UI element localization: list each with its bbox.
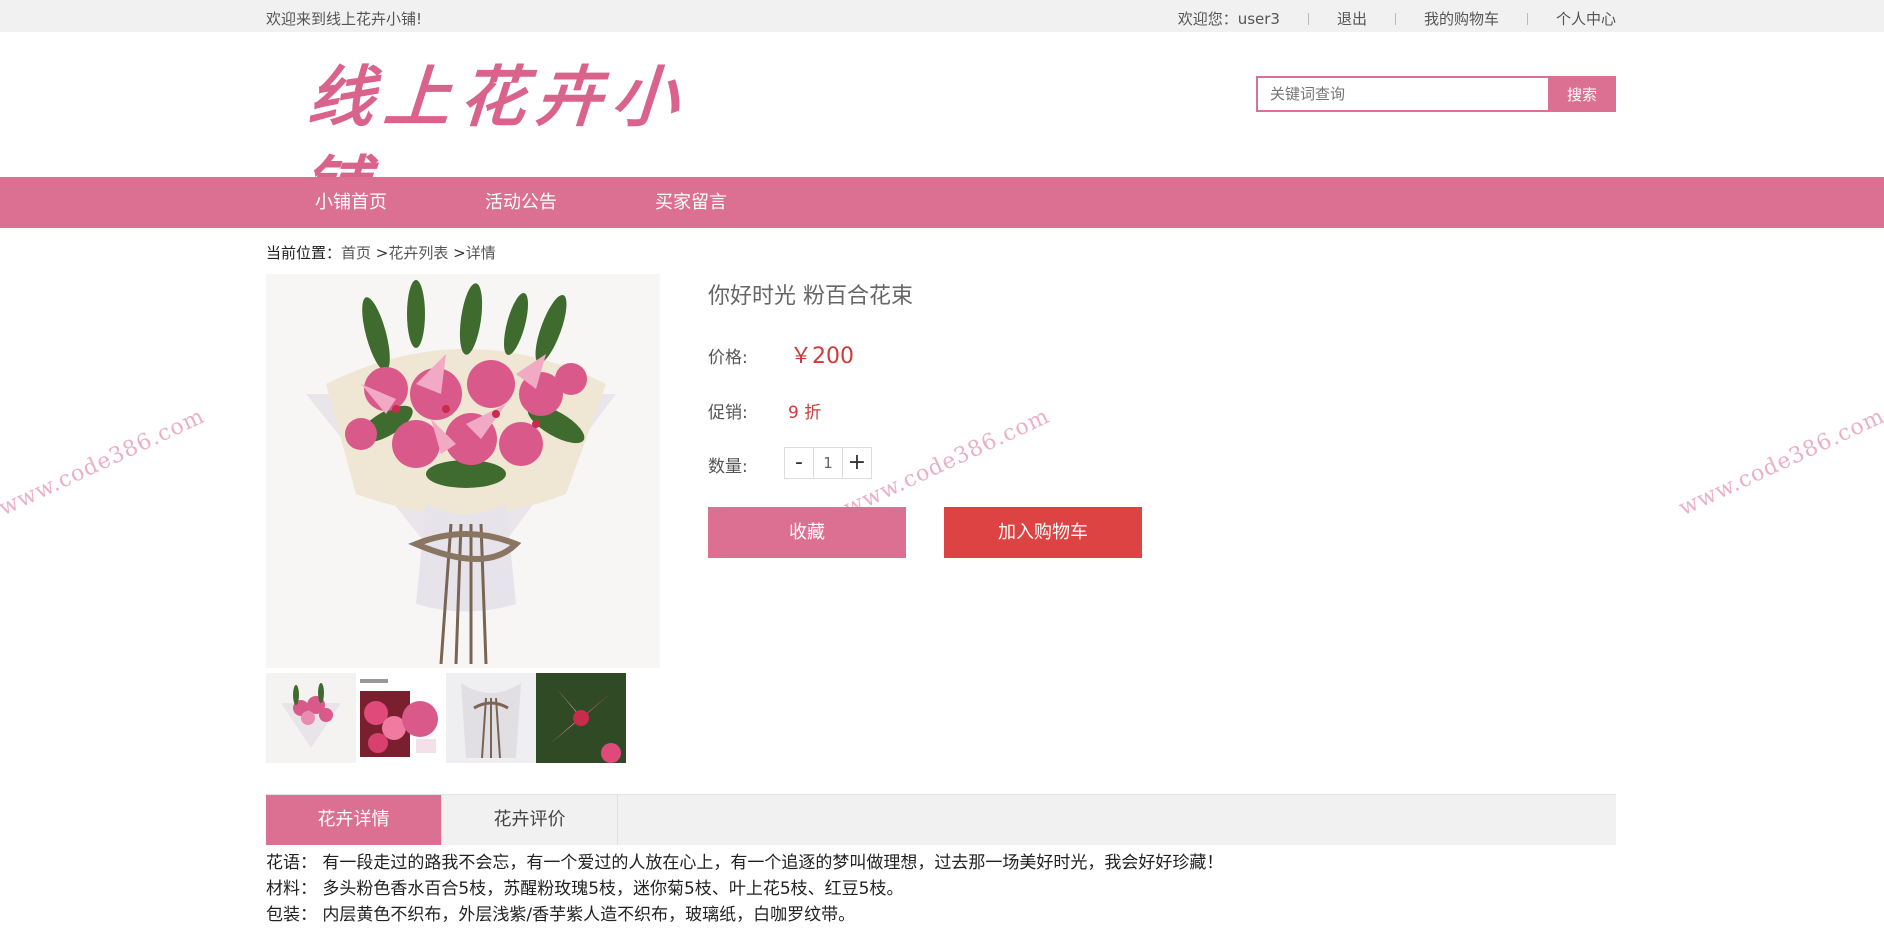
welcome-text: 欢迎来到线上花卉小铺! bbox=[266, 10, 423, 28]
detail-tabs: 花卉详情 花卉评价 bbox=[266, 794, 1616, 845]
tab-details[interactable]: 花卉详情 bbox=[266, 795, 442, 845]
bouquet-illustration bbox=[266, 274, 660, 668]
qty-label: 数量: bbox=[708, 457, 748, 477]
divider bbox=[1526, 12, 1528, 25]
favorite-button[interactable]: 收藏 bbox=[708, 507, 906, 558]
nav-item-messages[interactable]: 买家留言 bbox=[606, 177, 776, 228]
site-logo[interactable]: 线上花卉小铺 bbox=[299, 52, 725, 226]
nav-item-home[interactable]: 小铺首页 bbox=[266, 177, 436, 228]
thumbnail-strip bbox=[266, 673, 626, 763]
divider bbox=[1394, 12, 1396, 25]
search-box: 搜索 bbox=[1256, 76, 1616, 112]
watermark: www.code386.com bbox=[840, 403, 1054, 522]
breadcrumb-home[interactable]: 首页 bbox=[341, 244, 371, 262]
add-to-cart-button[interactable]: 加入购物车 bbox=[944, 507, 1142, 558]
search-button[interactable]: 搜索 bbox=[1548, 76, 1616, 112]
description-line: 包装： 内层黄色不织布，外层浅紫/香芋紫人造不织布，玻璃纸，白咖罗纹带。 bbox=[266, 905, 856, 925]
qty-input[interactable]: 1 bbox=[814, 447, 842, 479]
product-title: 你好时光 粉百合花束 bbox=[708, 284, 913, 309]
divider bbox=[1307, 12, 1309, 25]
watermark: www.code386.com bbox=[0, 403, 209, 522]
top-links: 欢迎您：user3 退出 我的购物车 个人中心 bbox=[1178, 8, 1616, 29]
thumbnail-1[interactable] bbox=[266, 673, 356, 763]
breadcrumb-separator: > bbox=[371, 244, 389, 262]
search-input[interactable] bbox=[1256, 76, 1548, 112]
breadcrumb-current: 详情 bbox=[465, 244, 496, 262]
thumbnail-2[interactable] bbox=[356, 673, 446, 763]
main-nav: 小铺首页 活动公告 买家留言 bbox=[0, 177, 1884, 228]
thumbnail-4[interactable] bbox=[536, 673, 626, 763]
price-value: ￥200 bbox=[790, 344, 854, 369]
thumbnail-3[interactable] bbox=[446, 673, 536, 763]
quantity-stepper: - 1 + bbox=[784, 447, 872, 479]
tab-reviews[interactable]: 花卉评价 bbox=[442, 795, 618, 845]
promo-value: 9 折 bbox=[788, 403, 822, 423]
product-description: 花语： 有一段走过的路我不会忘，有一个爱过的人放在心上，有一个追逐的梦叫做理想，… bbox=[266, 850, 1616, 928]
breadcrumb-separator: > bbox=[448, 244, 466, 262]
description-line: 花语： 有一段走过的路我不会忘，有一个爱过的人放在心上，有一个追逐的梦叫做理想，… bbox=[266, 853, 1224, 873]
breadcrumb-label: 当前位置： bbox=[266, 244, 342, 262]
profile-link[interactable]: 个人中心 bbox=[1556, 8, 1616, 29]
watermark: www.code386.com bbox=[1675, 403, 1884, 522]
nav-item-announcements[interactable]: 活动公告 bbox=[436, 177, 606, 228]
breadcrumb: 当前位置：首页 >花卉列表 >详情 bbox=[266, 242, 496, 263]
logout-link[interactable]: 退出 bbox=[1337, 8, 1367, 29]
top-bar: 欢迎来到线上花卉小铺! 欢迎您：user3 退出 我的购物车 个人中心 bbox=[0, 0, 1884, 32]
promo-label: 促销: bbox=[708, 403, 748, 423]
cart-link[interactable]: 我的购物车 bbox=[1424, 8, 1499, 29]
user-greeting: 欢迎您：user3 bbox=[1177, 10, 1280, 28]
qty-plus-button[interactable]: + bbox=[842, 447, 872, 479]
price-label: 价格: bbox=[708, 348, 748, 368]
breadcrumb-list[interactable]: 花卉列表 bbox=[388, 244, 448, 262]
description-line: 材料： 多头粉色香水百合5枝，苏醒粉玫瑰5枝，迷你菊5枝、叶上花5枝、红豆5枝。 bbox=[266, 879, 904, 899]
product-main-image bbox=[266, 274, 660, 668]
qty-minus-button[interactable]: - bbox=[784, 447, 814, 479]
